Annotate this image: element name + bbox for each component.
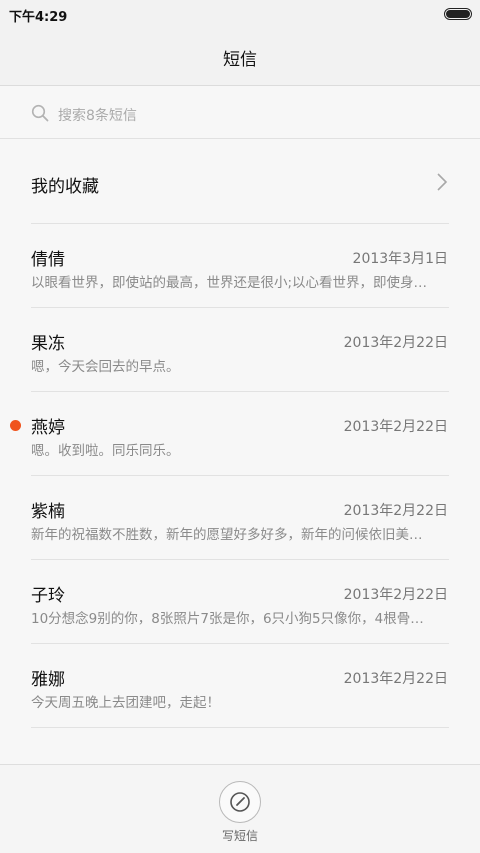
contact-name: 雅娜 — [31, 670, 65, 690]
message-preview: 嗯，今天会回去的早点。 — [31, 359, 180, 375]
message-date: 2013年3月1日 — [352, 251, 448, 267]
status-bar: 下午4:29 — [0, 0, 480, 28]
divider — [31, 727, 449, 728]
message-date: 2013年2月22日 — [343, 503, 448, 519]
conversation-item[interactable]: 紫楠 2013年2月22日 新年的祝福数不胜数，新年的愿望好多好多，新年的问候依… — [0, 476, 480, 560]
conversation-item[interactable]: 果冻 2013年2月22日 嗯，今天会回去的早点。 — [0, 308, 480, 392]
message-preview: 新年的祝福数不胜数，新年的愿望好多好多，新年的问候依旧美… — [31, 527, 423, 543]
message-preview: 嗯。收到啦。同乐同乐。 — [31, 443, 180, 459]
contact-name: 果冻 — [31, 334, 65, 354]
conversation-item[interactable]: 燕婷 2013年2月22日 嗯。收到啦。同乐同乐。 — [0, 392, 480, 476]
bottom-toolbar: 写短信 — [0, 764, 480, 853]
battery-icon — [444, 8, 472, 20]
message-date: 2013年2月22日 — [343, 419, 448, 435]
compose-button[interactable] — [219, 781, 261, 823]
compose-label: 写短信 — [221, 829, 258, 843]
message-preview: 10分想念9别的你，8张照片7张是你，6只小狗5只像你，4根骨… — [31, 611, 424, 627]
contact-name: 紫楠 — [31, 502, 65, 522]
conversation-item[interactable]: 倩倩 2013年3月1日 以眼看世界，即使站的最高，世界还是很小;以心看世界，即… — [0, 224, 480, 308]
search-icon — [31, 104, 49, 122]
favorites-row[interactable]: 我的收藏 — [0, 140, 480, 224]
search-bar[interactable]: 搜索8条短信 — [0, 87, 480, 139]
contact-name: 倩倩 — [31, 250, 65, 270]
chevron-right-icon — [437, 173, 448, 191]
messages-screen: 下午4:29 短信 搜索8条短信 我的收藏 倩倩 2013年3月1日 以眼看世界… — [0, 0, 480, 853]
message-preview: 以眼看世界，即使站的最高，世界还是很小;以心看世界，即使身… — [31, 275, 428, 291]
conversation-item[interactable]: 雅娜 2013年2月22日 今天周五晚上去团建吧，走起！ — [0, 644, 480, 728]
status-time: 下午4:29 — [9, 10, 68, 25]
contact-name: 子玲 — [31, 586, 65, 606]
favorites-label: 我的收藏 — [31, 177, 99, 197]
app-header: 短信 — [0, 28, 480, 86]
message-date: 2013年2月22日 — [343, 671, 448, 687]
unread-dot-icon — [10, 420, 21, 431]
page-title: 短信 — [223, 50, 257, 70]
search-input[interactable]: 搜索8条短信 — [58, 105, 137, 125]
message-preview: 今天周五晚上去团建吧，走起！ — [31, 695, 220, 711]
conversation-item[interactable]: 子玲 2013年2月22日 10分想念9别的你，8张照片7张是你，6只小狗5只像… — [0, 560, 480, 644]
message-date: 2013年2月22日 — [343, 335, 448, 351]
message-date: 2013年2月22日 — [343, 587, 448, 603]
compose-icon — [230, 792, 250, 812]
contact-name: 燕婷 — [31, 418, 65, 438]
